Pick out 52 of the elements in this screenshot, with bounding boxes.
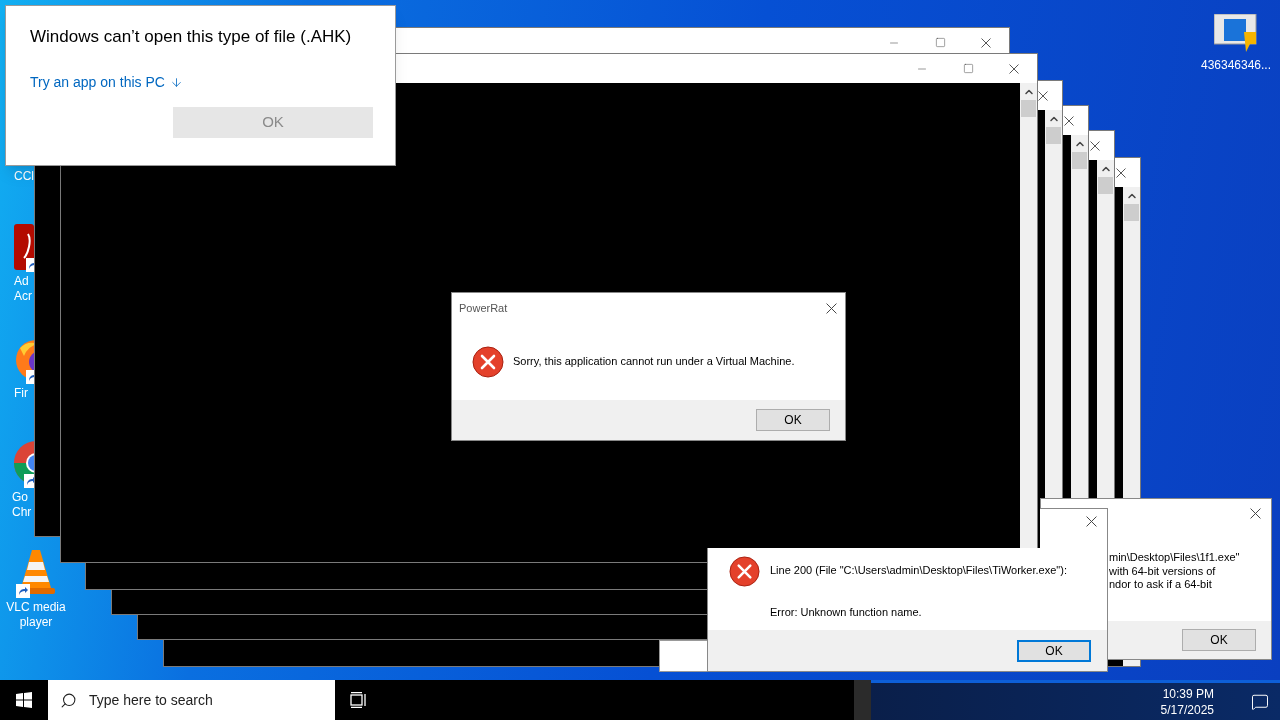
close-icon[interactable]: [826, 302, 837, 314]
icon-label: Fir: [14, 386, 28, 401]
close-icon[interactable]: [1064, 115, 1074, 126]
scroll-thumb[interactable]: [1021, 100, 1036, 117]
ok-button[interactable]: OK: [1182, 629, 1256, 651]
maximize-icon: [962, 63, 974, 74]
close-icon[interactable]: [1009, 63, 1019, 74]
message-text: Sorry, this application cannot run under a Virtual Machine.: [513, 354, 795, 370]
search-field[interactable]: Type here to search: [89, 689, 335, 711]
clock-date: 5/17/2025: [1160, 701, 1214, 718]
icon-label: Chr: [12, 505, 32, 520]
message-text: Line 200 (File "C:\Users\admin\Desktop\Files\TiWorker.exe"):: [770, 563, 1067, 578]
try-app-link[interactable]: Try an app on this PC: [30, 71, 183, 93]
close-icon[interactable]: [1086, 516, 1097, 527]
error-icon: [472, 345, 504, 378]
scroll-thumb[interactable]: [1072, 152, 1087, 169]
icon-label: CCl: [14, 169, 34, 184]
document-window-icon: [1214, 14, 1258, 54]
notifications-icon: [1251, 692, 1269, 711]
error-icon: [729, 556, 760, 587]
task-view-icon: [350, 692, 368, 708]
close-icon[interactable]: [1116, 167, 1126, 178]
search-bar[interactable]: Type here to search: [48, 680, 335, 720]
search-icon: [60, 691, 77, 709]
message-text: ndor to ask if a 64-bit: [1109, 578, 1213, 592]
close-icon[interactable]: [981, 37, 991, 48]
message-text: Error: Unknown function name.: [770, 604, 923, 620]
down-arrow-icon: [169, 75, 183, 89]
icon-label: player: [19, 615, 53, 630]
scroll-thumb[interactable]: [1124, 204, 1139, 221]
scroll-thumb[interactable]: [1046, 127, 1061, 144]
windows-logo-icon: [16, 692, 32, 708]
close-icon[interactable]: [1038, 90, 1048, 101]
scroll-thumb[interactable]: [1098, 177, 1113, 194]
dialog-title: Windows can’t open this type of file (.AHK): [30, 26, 353, 48]
close-icon[interactable]: [1090, 140, 1100, 151]
app-icon: [14, 224, 34, 270]
message-text: with 64-bit versions of: [1109, 564, 1217, 578]
close-icon[interactable]: [1250, 507, 1261, 519]
clock-time: 10:39 PM: [1162, 685, 1214, 702]
dialog-title: PowerRat: [459, 300, 508, 316]
icon-label: Ad: [14, 274, 29, 289]
shortcut-arrow-icon: [16, 584, 30, 598]
ok-button[interactable]: OK: [756, 409, 830, 431]
icon-label: Go: [12, 490, 28, 505]
icon-label: VLC media: [6, 600, 66, 615]
maximize-icon: [934, 37, 946, 48]
taskbar-segment: [854, 680, 871, 720]
ok-button[interactable]: OK: [1017, 639, 1091, 662]
icon-label: 436346346...: [1200, 57, 1272, 74]
icon-label: Acr: [14, 289, 32, 304]
message-text: min\Desktop\Files\1f1.exe": [1109, 551, 1241, 565]
